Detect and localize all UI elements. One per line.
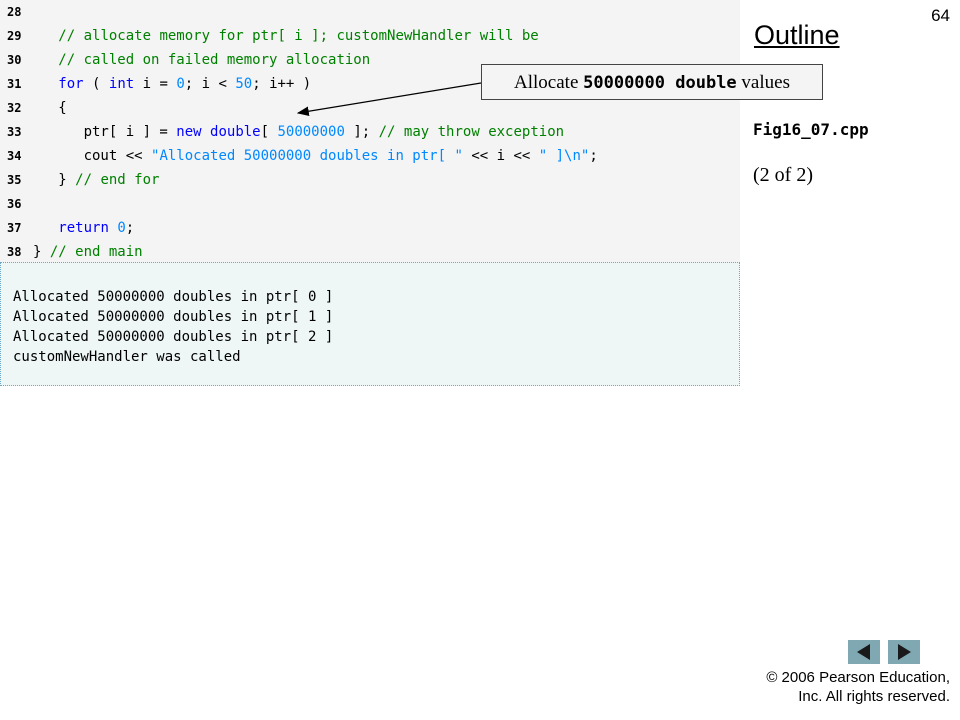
line-number: 32: [7, 101, 22, 115]
code-line: 38 } // end main: [0, 240, 740, 264]
outline-title: Outline: [754, 20, 840, 50]
copyright-notice: © 2006 Pearson Education, Inc. All right…: [766, 668, 950, 706]
code-text: ptr[ i ] = new double[ 50000000 ]; // ma…: [33, 124, 565, 140]
line-number: 37: [7, 221, 22, 235]
next-slide-button[interactable]: [888, 640, 920, 664]
code-listing: 28 29 // allocate memory for ptr[ i ]; cu…: [0, 0, 740, 262]
code-text: cout << "Allocated 50000000 doubles in p…: [33, 148, 598, 164]
code-text: for ( int i = 0; i < 50; i++ ): [58, 76, 312, 92]
page-number: 64: [931, 6, 950, 25]
line-number: 31: [7, 77, 22, 91]
output-line: Allocated 50000000 doubles in ptr[ 1 ]: [13, 309, 334, 325]
output-line: customNewHandler was called: [13, 349, 241, 365]
code-line: 34 cout << "Allocated 50000000 doubles i…: [0, 144, 740, 168]
code-text: } // end for: [33, 172, 160, 188]
line-number: 30: [7, 53, 22, 67]
code-text: return 0;: [58, 220, 135, 236]
line-number: 38: [7, 245, 22, 259]
copyright-line-2: Inc. All rights reserved.: [798, 688, 950, 705]
line-number: 28: [7, 5, 22, 19]
code-line: 35 } // end for: [0, 168, 740, 192]
program-output: Allocated 50000000 doubles in ptr[ 0 ] Al…: [0, 262, 740, 386]
callout-box: Allocate 50000000 double values: [481, 64, 823, 100]
right-triangle-icon: [898, 644, 911, 660]
line-number: 36: [7, 197, 22, 211]
code-text: } // end main: [33, 244, 143, 260]
output-line: Allocated 50000000 doubles in ptr[ 0 ]: [13, 289, 334, 305]
file-name: Fig16_07.cpp: [753, 120, 869, 139]
line-number: 29: [7, 29, 22, 43]
previous-slide-button[interactable]: [848, 640, 880, 664]
line-number: 35: [7, 173, 22, 187]
code-line: 37 return 0;: [0, 216, 740, 240]
callout-type: double: [665, 73, 737, 93]
code-text: {: [33, 100, 67, 116]
code-line: 28: [0, 0, 740, 24]
callout-suffix: values: [736, 72, 790, 93]
code-line: 36: [0, 192, 740, 216]
code-line: 33 ptr[ i ] = new double[ 50000000 ]; //…: [0, 120, 740, 144]
part-label: (2 of 2): [753, 164, 813, 186]
code-line: 29 // allocate memory for ptr[ i ]; cust…: [0, 24, 740, 48]
left-triangle-icon: [857, 644, 870, 660]
line-number: 33: [7, 125, 22, 139]
code-text: // called on failed memory allocation: [58, 52, 371, 68]
copyright-line-1: © 2006 Pearson Education,: [766, 669, 950, 686]
code-text: // allocate memory for ptr[ i ]; customN…: [58, 28, 539, 44]
line-number: 34: [7, 149, 22, 163]
callout-prefix: Allocate: [514, 72, 584, 93]
callout-number: 50000000: [583, 73, 666, 93]
output-line: Allocated 50000000 doubles in ptr[ 2 ]: [13, 329, 334, 345]
